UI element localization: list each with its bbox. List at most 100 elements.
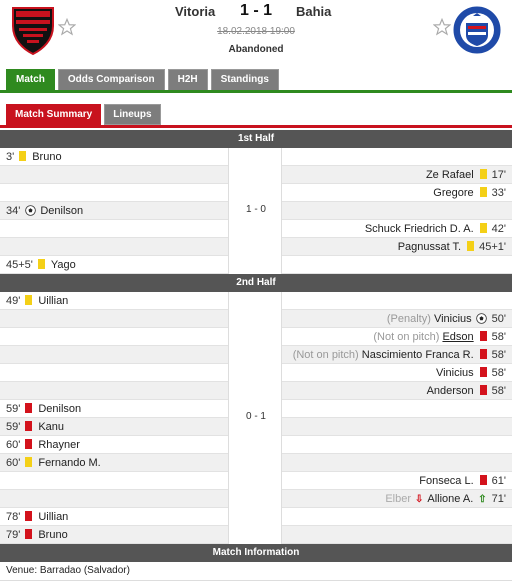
event-minute: 79' [6, 529, 21, 541]
event-minute: 49' [6, 295, 21, 307]
bahia-logo [452, 5, 502, 55]
match-information-header: Match Information [0, 544, 512, 562]
home-event: 60' Rhayner [0, 436, 228, 454]
away-event: (Not on pitch) Edson 58' [282, 328, 512, 346]
red-card-icon [479, 331, 487, 341]
yellow-card-icon [25, 295, 33, 305]
away-team-name[interactable]: Bahia [296, 4, 346, 19]
event-player[interactable]: Rhayner [38, 439, 80, 451]
event-player[interactable]: Uillian [38, 295, 68, 307]
half-score-column: 1 - 0 [228, 148, 282, 274]
event-player[interactable]: Gregore [433, 187, 473, 199]
soccer-ball-icon [25, 205, 37, 216]
event-player[interactable]: Nascimiento Franca R. [362, 349, 474, 361]
event-player[interactable]: Kanu [38, 421, 64, 433]
away-event: (Penalty) Vinicius 50' [282, 310, 512, 328]
event-player[interactable]: Edson [442, 331, 473, 343]
event-note: (Not on pitch) [292, 349, 359, 361]
tab-h2h[interactable]: H2H [167, 69, 208, 91]
soccer-ball-icon [475, 313, 487, 324]
tab-match-summary[interactable]: Match Summary [6, 104, 102, 125]
tabs-divider [0, 90, 512, 93]
away-event: Vinicius 58' [282, 364, 512, 382]
away-event: Pagnussat T. 45+1' [282, 238, 512, 256]
event-minute: 59' [6, 421, 21, 433]
arrow-down-icon: ⇩ [415, 494, 424, 505]
event-player[interactable]: Bruno [38, 529, 67, 541]
event-minute: 61' [491, 475, 506, 487]
event-player[interactable]: Schuck Friedrich D. A. [365, 223, 474, 235]
tab-odds-comparison[interactable]: Odds Comparison [57, 69, 165, 91]
half-score: 1 - 0 [245, 204, 266, 215]
match-score: 1 - 1 [239, 2, 272, 19]
favorite-star-icon[interactable] [58, 18, 76, 36]
event-player[interactable]: Yago [51, 259, 76, 271]
red-card-icon [25, 421, 33, 431]
first-half-header: 1st Half [0, 130, 512, 148]
event-player[interactable]: Bruno [32, 151, 61, 163]
yellow-card-icon [479, 223, 487, 233]
event-minute: 60' [6, 457, 21, 469]
favorite-star-icon[interactable] [433, 18, 451, 36]
red-card-icon [479, 367, 487, 377]
event-player[interactable]: Vinicius [436, 367, 474, 379]
away-event: Anderson 58' [282, 382, 512, 400]
event-minute: 3' [6, 151, 15, 163]
event-minute: 58' [491, 367, 506, 379]
tab-match[interactable]: Match [6, 69, 55, 91]
red-card-icon [479, 349, 487, 359]
event-player[interactable]: Pagnussat T. [398, 241, 461, 253]
half-score-column: 0 - 1 [228, 292, 282, 544]
yellow-card-icon [479, 169, 487, 179]
event-note: (Not on pitch) [373, 331, 440, 343]
event-minute: 78' [6, 511, 21, 523]
event-minute: 50' [491, 313, 506, 325]
yellow-card-icon [479, 187, 487, 197]
event-minute: 45+1' [479, 241, 506, 253]
event-minute: 58' [491, 349, 506, 361]
event-minute: 60' [6, 439, 21, 451]
subtabs-divider [0, 125, 512, 128]
match-status: Abandoned [228, 44, 284, 55]
venue-info: Venue: Barradao (Salvador) [0, 561, 512, 581]
half-score: 0 - 1 [245, 411, 266, 422]
event-player[interactable]: Uillian [38, 511, 68, 523]
home-event: 78' Uillian [0, 508, 228, 526]
tab-standings[interactable]: Standings [210, 69, 279, 91]
event-player[interactable]: Fonseca L. [419, 475, 473, 487]
event-player[interactable]: Fernando M. [38, 457, 100, 469]
home-event: 59' Denilson [0, 400, 228, 418]
main-tabs: Match Odds Comparison H2H Standings [6, 69, 279, 91]
event-minute: 58' [491, 385, 506, 397]
match-header: Vitoria 1 - 1 Bahia 18.02.2018 19:00 Aba… [0, 0, 512, 64]
home-event: 79' Bruno [0, 526, 228, 544]
event-player[interactable]: Denilson [38, 403, 81, 415]
red-card-icon [479, 475, 487, 485]
event-minute: 17' [491, 169, 506, 181]
sub-out-player[interactable]: Elber [385, 493, 411, 505]
event-player[interactable]: Anderson [427, 385, 474, 397]
event-player[interactable]: Denilson [40, 205, 83, 217]
away-event: Elber ⇩ Allione A. ⇧ 71' [282, 490, 512, 508]
event-player[interactable]: Ze Rafael [426, 169, 474, 181]
yellow-card-icon [467, 241, 475, 251]
away-event: Schuck Friedrich D. A. 42' [282, 220, 512, 238]
event-minute: 58' [491, 331, 506, 343]
event-minute: 34' [6, 205, 21, 217]
away-event: Fonseca L. 61' [282, 472, 512, 490]
event-minute: 42' [491, 223, 506, 235]
home-team-name[interactable]: Vitoria [175, 4, 215, 19]
red-card-icon [479, 385, 487, 395]
away-event: Gregore 33' [282, 184, 512, 202]
event-player[interactable]: Vinicius [434, 313, 472, 325]
away-event: (Not on pitch) Nascimiento Franca R. 58' [282, 346, 512, 364]
red-card-icon [25, 403, 33, 413]
red-card-icon [25, 529, 33, 539]
yellow-card-icon [37, 259, 45, 269]
tab-lineups[interactable]: Lineups [104, 104, 161, 125]
home-event: 34' Denilson [0, 202, 228, 220]
home-event: 59' Kanu [0, 418, 228, 436]
second-half-header: 2nd Half [0, 274, 512, 292]
event-minute: 33' [491, 187, 506, 199]
event-player[interactable]: Allione A. [427, 493, 473, 505]
